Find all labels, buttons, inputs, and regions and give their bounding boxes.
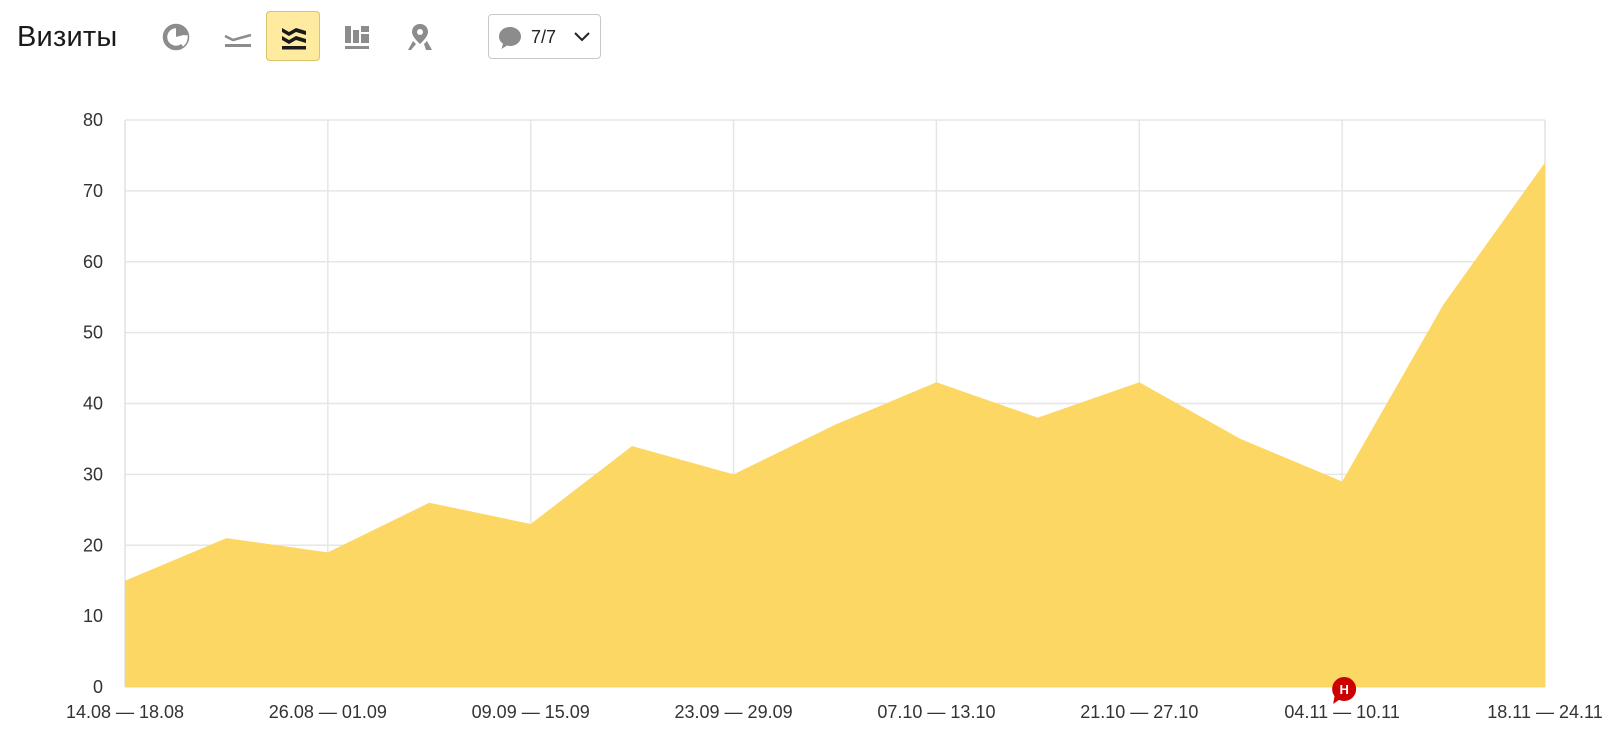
comment-bubble-icon [499,27,521,49]
chart-svg: 0 10 20 30 40 50 60 70 80 14.08 — 18.08 26.08 — 01… [66,110,1603,722]
bar-chart-icon [345,26,369,49]
x-tick-label: 23.09 — 29.09 [675,702,793,722]
x-tick-label: 07.10 — 13.10 [877,702,995,722]
y-tick-label: 0 [93,677,103,697]
y-tick-label: 50 [83,323,103,343]
x-tick-label: 18.11 — 24.11 [1487,702,1602,722]
area-chart-icon [282,28,306,50]
y-tick-label: 40 [83,394,103,414]
map-pin-icon [408,24,432,50]
report-toolbar: Визиты 7/7 [0,0,1624,76]
page-title: Визиты [17,21,118,53]
x-tick-label: 21.10 — 27.10 [1080,702,1198,722]
x-tick-label: 04.11 — 10.11 [1284,702,1399,722]
x-tick-label: 09.09 — 15.09 [472,702,590,722]
visits-area-chart: 0 10 20 30 40 50 60 70 80 14.08 — 18.08 26.08 — 01… [0,90,1624,750]
line-chart-button[interactable] [210,11,264,61]
pie-chart-button[interactable] [148,11,202,61]
y-tick-label: 10 [83,606,103,626]
y-tick-label: 60 [83,252,103,272]
x-tick-label: 26.08 — 01.09 [269,702,387,722]
y-tick-label: 70 [83,181,103,201]
line-chart-icon [224,33,252,47]
map-button[interactable] [392,11,446,61]
annotations-count: 7/7 [531,27,557,47]
visits-area-series [125,162,1545,687]
y-tick-label: 30 [83,464,103,484]
y-tick-label: 80 [83,110,103,130]
pie-chart-icon [162,23,190,51]
annotations-dropdown[interactable]: 7/7 [488,14,601,59]
annotation-marker-label: Н [1339,682,1348,697]
x-tick-label: 14.08 — 18.08 [66,702,184,722]
area-chart-button[interactable] [266,11,320,61]
chevron-down-icon [574,32,590,42]
bar-chart-button[interactable] [329,11,383,61]
y-tick-label: 20 [83,535,103,555]
